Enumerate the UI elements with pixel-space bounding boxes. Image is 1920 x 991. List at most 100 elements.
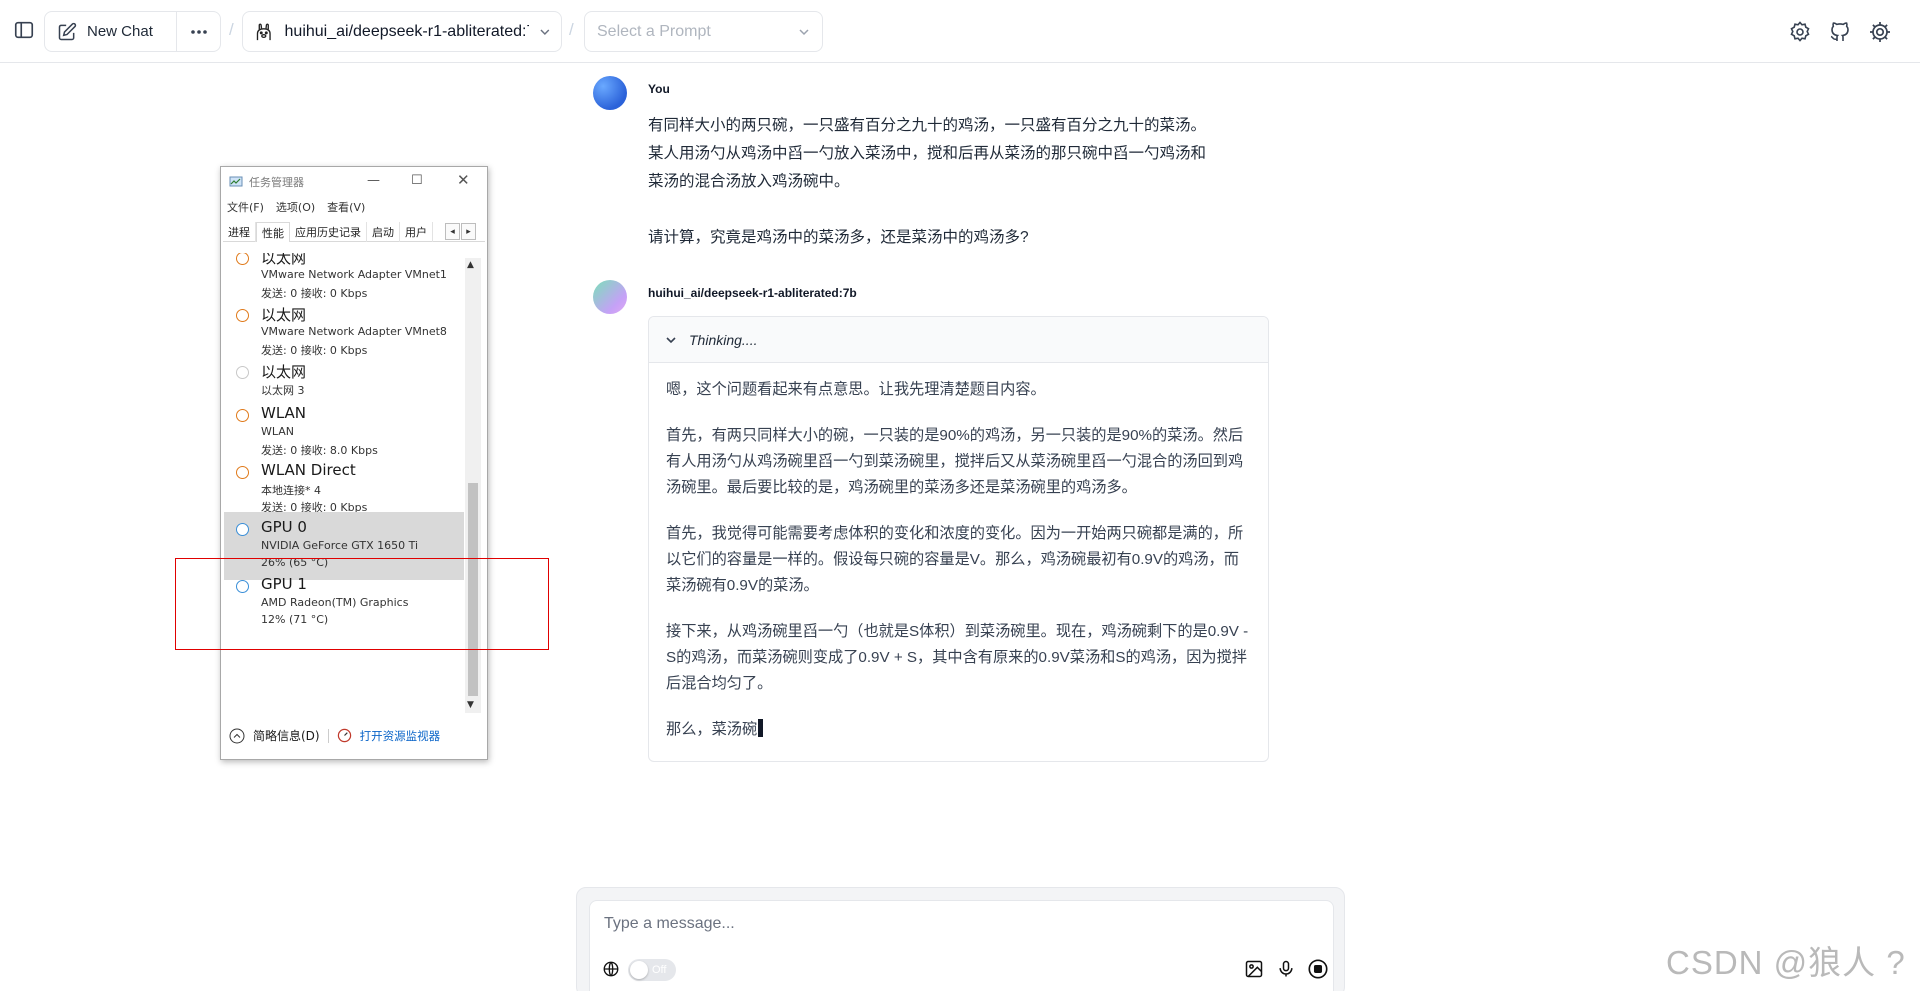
resource-name: 以太网 [261, 306, 307, 324]
stop-generation-button[interactable] [1306, 957, 1330, 981]
highlight-annotation [175, 558, 549, 650]
settings-cog-icon [1790, 21, 1810, 42]
prompt-placeholder: Select a Prompt [597, 22, 711, 40]
tab-startup[interactable]: 启动 [367, 222, 400, 242]
resource-subtitle: VMware Network Adapter VMnet1 [261, 268, 447, 281]
tab-users[interactable]: 用户 [400, 222, 433, 242]
voice-input-button[interactable] [1274, 957, 1298, 981]
globe-icon [603, 961, 619, 977]
breadcrumb-separator: / [229, 20, 234, 39]
thinking-toggle[interactable]: Thinking.... [649, 317, 1268, 363]
resource-subtitle: WLAN [261, 425, 295, 438]
web-search-toggle[interactable]: Off [628, 959, 676, 981]
thinking-label: Thinking.... [689, 331, 758, 348]
status-circle-icon [236, 466, 249, 479]
chevron-down-icon [799, 28, 809, 35]
maximize-button[interactable]: ☐ [411, 173, 423, 188]
minimize-button[interactable]: — [367, 173, 380, 188]
breadcrumb-separator-2: / [569, 20, 574, 39]
thinking-panel: Thinking.... 嗯，这个问题看起来有点意思。让我先理清楚题目内容。 首… [648, 316, 1269, 762]
user-message-line: 菜汤的混合汤放入鸡汤碗中。 [648, 173, 850, 190]
message-input[interactable] [604, 915, 1304, 933]
github-button[interactable] [1824, 18, 1856, 46]
collapse-chevron-icon[interactable] [229, 728, 245, 744]
resource-subtitle: NVIDIA GeForce GTX 1650 Ti [261, 539, 419, 552]
prompt-select[interactable]: Select a Prompt [584, 11, 823, 52]
typing-cursor [758, 719, 764, 737]
status-circle-icon [236, 253, 249, 265]
edit-icon [58, 22, 77, 40]
watermark: CSDN @狼人 ? [1666, 944, 1906, 981]
tm-menu-bar: 文件(F) 选项(O) 查看(V) [227, 199, 365, 215]
chevron-down-icon [666, 336, 676, 343]
resource-name: WLAN [261, 404, 307, 422]
thinking-paragraph: 接下来，从鸡汤碗里舀一勺（也就是S体积）到菜汤碗里。现在，鸡汤碗剩下的是0.9V… [666, 623, 1249, 692]
resource-subtitle: 本地连接* 4 [261, 484, 321, 497]
model-name: huihui_ai/deepseek-r1-abliterated:7b [284, 22, 530, 40]
chevron-down-icon [540, 29, 550, 35]
app-settings-button[interactable] [1864, 18, 1896, 46]
user-message-line: 有同样大小的两只碗，一只盛有百分之九十的鸡汤，一只盛有百分之九十的菜汤。 [648, 117, 1207, 134]
user-avatar [593, 76, 627, 110]
status-circle-icon [236, 409, 249, 422]
menu-file[interactable]: 文件(F) [227, 199, 264, 215]
tm-footer: 简略信息(D) 打开资源监视器 [229, 727, 440, 744]
ellipsis-icon [190, 29, 207, 34]
chat-controls: New Chat [44, 11, 221, 52]
fewer-details-link[interactable]: 简略信息(D) [253, 727, 320, 744]
resource-monitor-icon [337, 728, 351, 743]
new-chat-button[interactable]: New Chat [45, 12, 177, 51]
github-icon [1830, 22, 1849, 41]
toggle-label: Off [652, 964, 667, 976]
thinking-paragraph: 首先，我觉得可能需要考虑体积的变化和浓度的变化。因为一开始两只碗都是满的，所以它… [666, 525, 1244, 594]
task-manager-window: 任务管理器 — ☐ ✕ 文件(F) 选项(O) 查看(V) 进程 性能 应用历史… [220, 166, 488, 760]
menu-options[interactable]: 选项(O) [276, 199, 315, 215]
more-options-button[interactable] [177, 12, 220, 51]
model-select[interactable]: huihui_ai/deepseek-r1-abliterated:7b [242, 11, 562, 52]
web-search-button[interactable] [600, 958, 622, 980]
resource-name: WLAN Direct [261, 461, 356, 479]
thinking-content: 嗯，这个问题看起来有点意思。让我先理清楚题目内容。 首先，有两只同样大小的碗，一… [649, 363, 1268, 743]
gear-icon [1870, 22, 1890, 42]
tm-titlebar: 任务管理器 [221, 167, 487, 197]
tab-scroll-left-icon[interactable]: ◂ [445, 223, 460, 240]
tab-scroll-right-icon[interactable]: ▸ [461, 223, 476, 240]
tab-processes[interactable]: 进程 [223, 222, 256, 242]
bot-avatar [593, 280, 627, 314]
scroll-down-icon[interactable]: ▼ [467, 700, 474, 710]
model-settings-button[interactable] [1784, 18, 1816, 46]
toggle-knob [630, 961, 648, 979]
scroll-up-icon[interactable]: ▲ [467, 260, 474, 270]
microphone-icon [1279, 960, 1293, 977]
user-message: 有同样大小的两只碗，一只盛有百分之九十的鸡汤，一只盛有百分之九十的菜汤。 某人用… [648, 112, 1248, 252]
new-chat-label: New Chat [87, 23, 153, 40]
thinking-paragraph: 嗯，这个问题看起来有点意思。让我先理清楚题目内容。 [666, 381, 1046, 398]
resource-subtitle: 以太网 3 [261, 384, 305, 397]
top-bar: New Chat / huihui_ai/deepseek-r1-abliter… [0, 0, 1920, 63]
resource-name: 以太网 [261, 253, 307, 267]
resource-name: 以太网 [261, 363, 307, 381]
tab-app-history[interactable]: 应用历史记录 [290, 222, 367, 242]
tab-performance[interactable]: 性能 [256, 222, 290, 242]
tm-title: 任务管理器 [249, 176, 304, 189]
bot-name: huihui_ai/deepseek-r1-abliterated:7b [648, 286, 857, 300]
user-name: You [648, 82, 670, 96]
open-resource-monitor-link[interactable]: 打开资源监视器 [360, 728, 441, 744]
resource-subtitle: VMware Network Adapter VMnet8 [261, 325, 447, 338]
menu-view[interactable]: 查看(V) [327, 199, 365, 215]
stop-icon [1308, 959, 1328, 979]
status-circle-icon [236, 366, 249, 379]
upload-image-button[interactable] [1242, 957, 1266, 981]
ollama-logo-icon [256, 22, 271, 40]
image-icon [1245, 960, 1263, 978]
sidebar-toggle-icon[interactable] [10, 16, 38, 44]
resource-name: GPU 0 [261, 518, 307, 536]
close-button[interactable]: ✕ [457, 171, 470, 189]
thinking-paragraph: 那么，菜汤碗 [666, 721, 758, 738]
user-message-line: 某人用汤勺从鸡汤中舀一勺放入菜汤中，搅和后再从菜汤的那只碗中舀一勺鸡汤和 [648, 145, 1207, 162]
message-composer: Off [576, 887, 1345, 991]
thinking-paragraph: 首先，有两只同样大小的碗，一只装的是90%的鸡汤，另一只装的是90%的菜汤。然后… [666, 427, 1244, 496]
status-circle-icon [236, 309, 249, 322]
thinking-paragraph-last: 那么，菜汤碗 [666, 717, 1251, 743]
task-manager-icon [229, 176, 243, 187]
